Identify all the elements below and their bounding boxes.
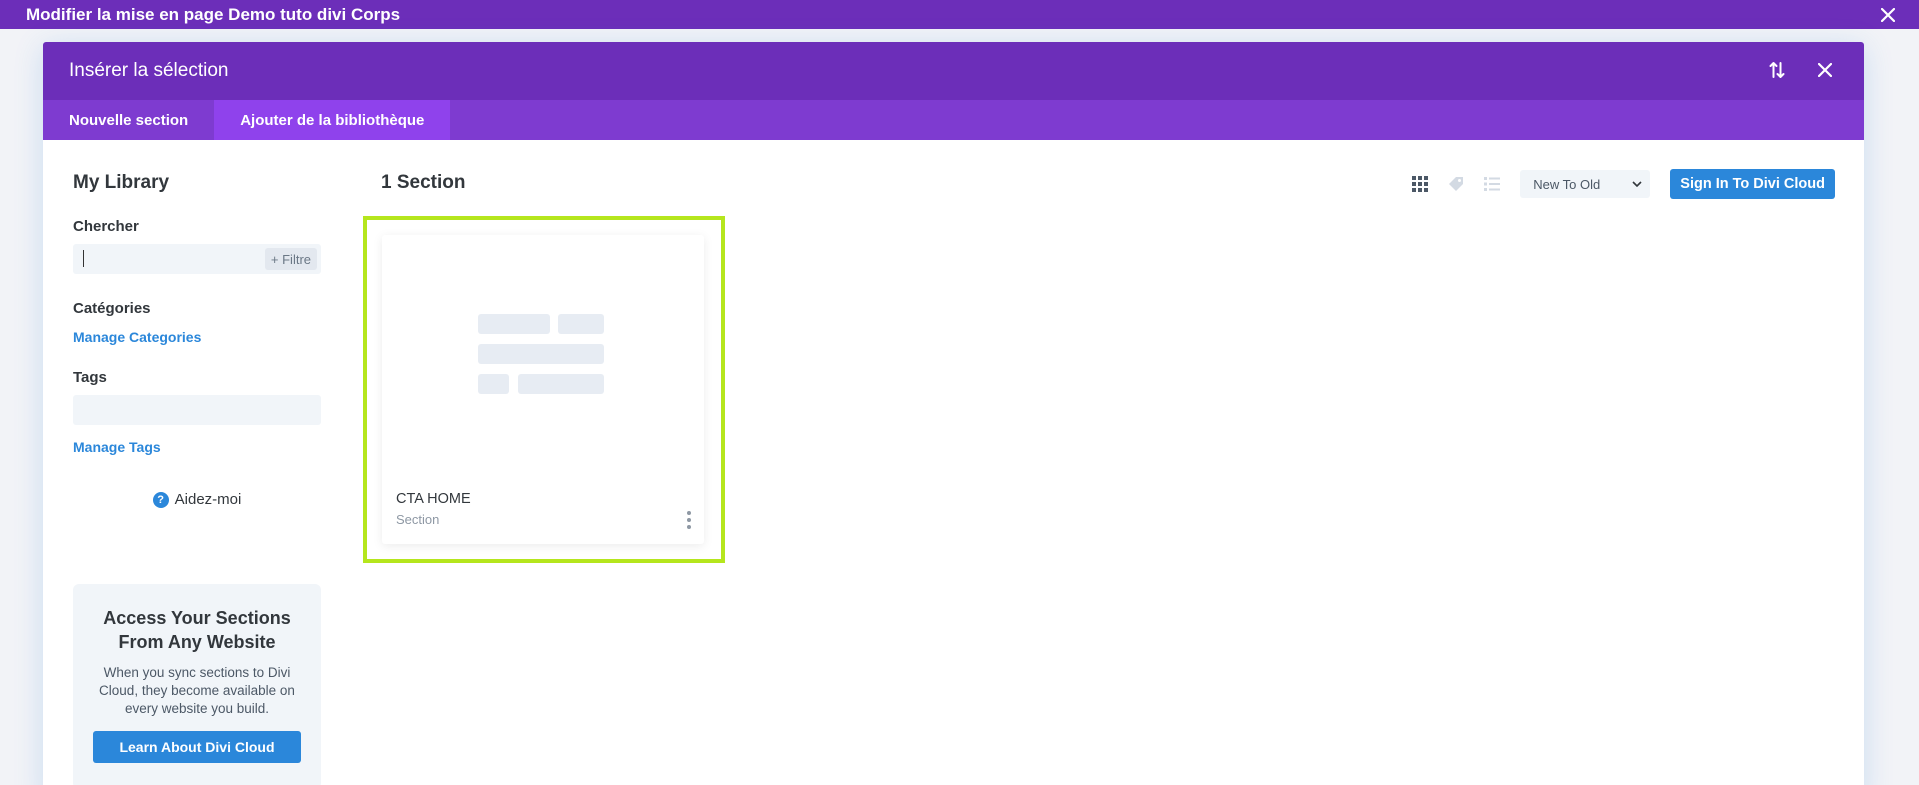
manage-tags-link[interactable]: Manage Tags (73, 439, 321, 455)
help-label: Aidez-moi (174, 491, 242, 508)
builder-topbar: Modifier la mise en page Demo tuto divi … (0, 0, 1919, 29)
builder-title: Modifier la mise en page Demo tuto divi … (26, 4, 401, 24)
question-icon: ? (152, 491, 169, 508)
card-item-name: CTA HOME (396, 491, 471, 507)
learn-divi-cloud-button[interactable]: Learn About Divi Cloud (93, 731, 301, 763)
divi-cloud-promo: Access Your Sections From Any Website Wh… (73, 584, 321, 785)
close-icon[interactable] (1877, 4, 1899, 26)
filter-button[interactable]: + Filtre (264, 248, 317, 270)
text-caret (83, 250, 84, 267)
sort-arrows-icon[interactable] (1764, 57, 1790, 83)
sort-value: New To Old (1533, 176, 1601, 192)
sign-in-divi-cloud-button[interactable]: Sign In To Divi Cloud (1670, 169, 1835, 199)
tags-label: Tags (73, 369, 107, 386)
categories-label: Catégories (73, 300, 151, 317)
promo-title: Access Your Sections From Any Website (103, 608, 291, 652)
search-label: Chercher (73, 218, 139, 235)
promo-text: When you sync sections to Divi Cloud, th… (99, 665, 295, 716)
grid-view-icon[interactable] (1408, 172, 1432, 196)
library-item-card[interactable]: CTA HOME Section (382, 235, 704, 544)
modal-tabs: Nouvelle section Ajouter de la bibliothè… (43, 100, 1864, 140)
help-link[interactable]: ? Aidez-moi (73, 491, 321, 508)
chevron-down-icon (1632, 181, 1642, 187)
card-item-type: Section (396, 512, 440, 527)
search-input[interactable]: + Filtre (73, 244, 321, 274)
library-title: My Library (73, 172, 170, 193)
section-count-title: 1 Section (381, 172, 466, 193)
list-view-icon[interactable] (1480, 172, 1504, 196)
insert-modal: Insérer la sélection Nouvelle section Aj… (43, 42, 1864, 785)
selected-card-highlight: CTA HOME Section (363, 216, 725, 563)
modal-header: Insérer la sélection (43, 42, 1864, 100)
kebab-menu-icon[interactable] (686, 511, 692, 529)
manage-categories-link[interactable]: Manage Categories (73, 329, 321, 345)
modal-title: Insérer la sélection (69, 60, 229, 81)
library-sidebar: My Library Chercher + Filtre Catégories … (73, 172, 321, 785)
modal-close-icon[interactable] (1812, 57, 1838, 83)
tab-add-from-library[interactable]: Ajouter de la bibliothèque (214, 100, 451, 140)
modal-header-icons (1764, 57, 1838, 83)
tags-input[interactable] (73, 395, 321, 425)
sort-select[interactable]: New To Old (1520, 170, 1651, 198)
tag-view-icon[interactable] (1444, 172, 1468, 196)
library-toolbar: New To Old Sign In To Divi Cloud (1396, 169, 1835, 199)
tab-new-section[interactable]: Nouvelle section (43, 100, 214, 140)
